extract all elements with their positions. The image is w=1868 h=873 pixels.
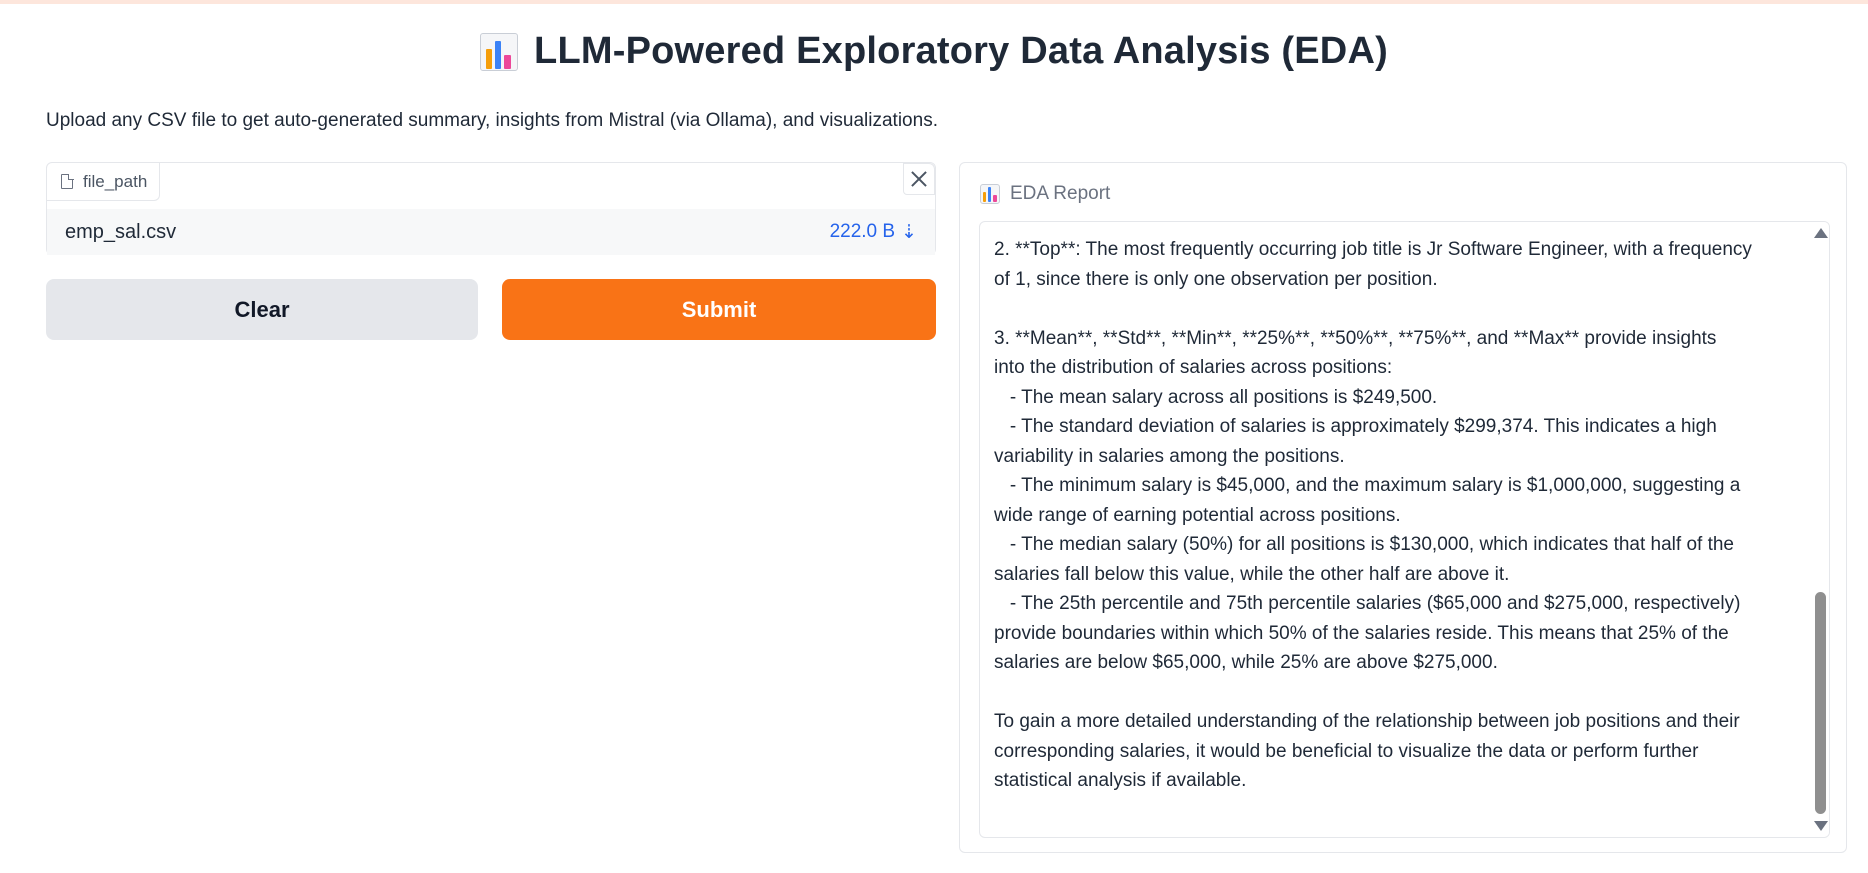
file-download-link[interactable]: 222.0 B ⇣ [830,221,917,244]
scroll-down-arrow-icon[interactable] [1814,821,1828,831]
bar-chart-icon [980,184,1000,204]
bar-chart-icon [480,32,519,71]
report-scrollbar[interactable] [1811,222,1829,837]
eda-report-textbox[interactable]: 2. **Top**: The most frequently occurrin… [979,221,1830,838]
eda-report-content: 2. **Top**: The most frequently occurrin… [994,239,1752,791]
scrollbar-thumb[interactable] [1815,592,1826,814]
eda-report-label-text: EDA Report [1010,183,1111,204]
file-size: 222.0 B [829,221,896,242]
submit-button[interactable]: Submit [502,279,936,340]
file-upload-panel: file_path emp_sal.csv 222.0 B ⇣ [46,162,936,255]
file-icon [61,173,74,189]
file-input-label: file_path [47,163,161,201]
clear-button[interactable]: Clear [46,279,478,340]
eda-report-panel: EDA Report 2. **Top**: The most frequent… [959,162,1847,853]
page-description: Upload any CSV file to get auto-generate… [46,110,938,131]
remove-file-button[interactable] [903,163,935,195]
file-name: emp_sal.csv [65,220,177,243]
download-icon: ⇣ [901,221,917,243]
page-header: LLM-Powered Exploratory Data Analysis (E… [0,30,1868,76]
scroll-up-arrow-icon[interactable] [1814,228,1828,238]
eda-report-label: EDA Report [980,183,1110,205]
file-input-label-text: file_path [83,171,148,191]
top-accent-line [0,0,1868,4]
close-icon [910,170,928,188]
page-title: LLM-Powered Exploratory Data Analysis (E… [534,30,1388,72]
uploaded-file-row: emp_sal.csv 222.0 B ⇣ [47,209,935,255]
